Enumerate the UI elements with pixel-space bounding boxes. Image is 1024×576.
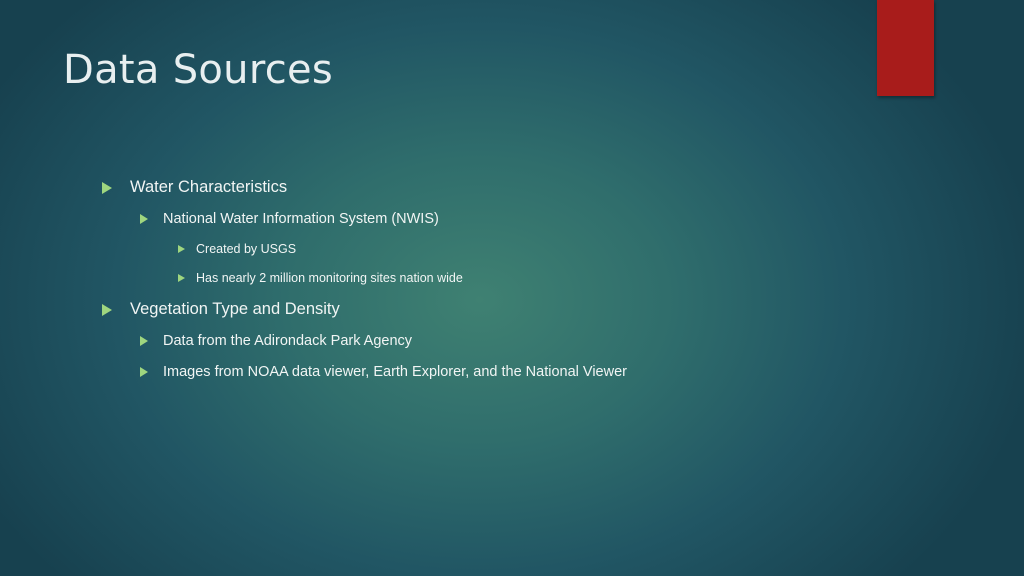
bullet-item-water-characteristics: Water Characteristics xyxy=(102,178,287,197)
bullet-text: Has nearly 2 million monitoring sites na… xyxy=(196,271,463,285)
bullet-item-vegetation: Vegetation Type and Density xyxy=(102,300,340,319)
triangle-right-icon xyxy=(178,274,185,282)
bullet-item-adirondack: Data from the Adirondack Park Agency xyxy=(140,333,412,349)
bullet-item-noaa-images: Images from NOAA data viewer, Earth Expl… xyxy=(140,364,627,380)
bullet-text: National Water Information System (NWIS) xyxy=(163,211,439,227)
bullet-list: Water Characteristics National Water Inf… xyxy=(0,0,1024,576)
triangle-right-icon xyxy=(140,214,148,224)
bullet-text: Data from the Adirondack Park Agency xyxy=(163,333,413,349)
bullet-item-monitoring-sites: Has nearly 2 million monitoring sites na… xyxy=(178,271,463,285)
slide: Data Sources Water Characteristics Natio… xyxy=(0,0,1024,576)
triangle-right-icon xyxy=(140,336,148,346)
triangle-right-icon xyxy=(102,303,112,316)
bullet-text: Created by USGS xyxy=(196,242,297,256)
bullet-text: Images from NOAA data viewer, Earth Expl… xyxy=(163,364,627,380)
bullet-item-nwis: National Water Information System (NWIS) xyxy=(140,211,439,227)
triangle-right-icon xyxy=(140,367,148,377)
bullet-text: Water Characteristics xyxy=(130,178,288,196)
triangle-right-icon xyxy=(102,181,112,194)
triangle-right-icon xyxy=(178,245,185,253)
bullet-text: Vegetation Type and Density xyxy=(130,300,340,318)
bullet-item-usgs: Created by USGS xyxy=(178,242,296,256)
